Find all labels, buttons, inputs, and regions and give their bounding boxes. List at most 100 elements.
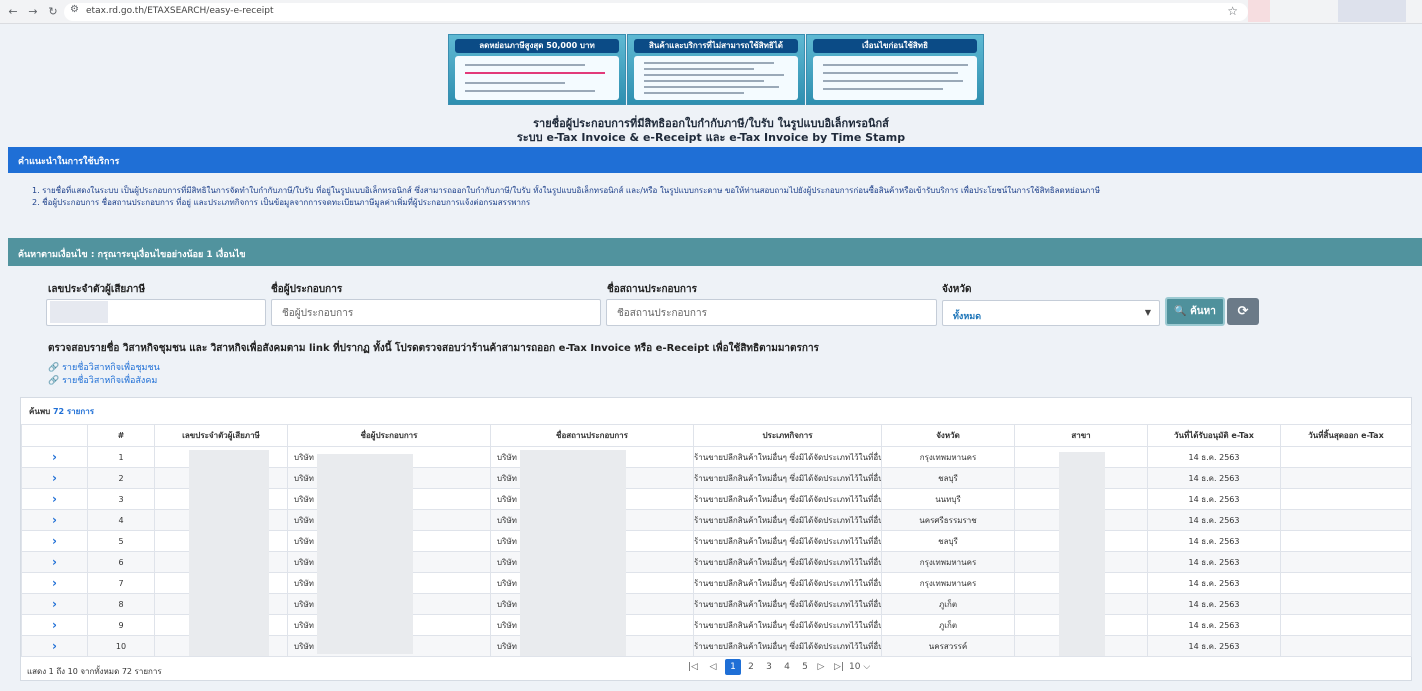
end-date-cell: [1280, 551, 1412, 573]
end-date-cell: [1280, 530, 1412, 552]
first-page-icon[interactable]: |◁: [687, 659, 699, 675]
expand-row-icon[interactable]: ›: [52, 450, 57, 464]
expand-cell[interactable]: ›: [21, 551, 88, 573]
branch-label: ชื่อสถานประกอบการ: [607, 284, 697, 295]
column-header: ชื่อผู้ประกอบการ: [287, 424, 491, 447]
enterprise-note: ตรวจสอบรายชื่อ วิสาหกิจชุมชน และ วิสาหกิ…: [48, 343, 819, 354]
end-date-cell: [1280, 488, 1412, 510]
column-header: วันที่ได้รับอนุมัติ e-Tax: [1147, 424, 1281, 447]
expand-cell[interactable]: ›: [21, 593, 88, 615]
redacted-branches: [1059, 452, 1105, 656]
column-header: [21, 424, 88, 447]
province-cell: ภูเก็ต: [881, 614, 1015, 636]
approval-date-cell: 14 ธ.ค. 2563: [1147, 530, 1281, 552]
province-cell: กรุงเทพมหานคร: [881, 446, 1015, 468]
instruction-item: 2. ชื่อผู้ประกอบการ ชื่อสถานประกอบการ ที…: [32, 198, 531, 207]
page-button[interactable]: 5: [797, 659, 813, 675]
banner-excluded-items[interactable]: สินค้าและบริการที่ไม่สามารถใช้สิทธิได้: [627, 34, 805, 105]
community-enterprise-link[interactable]: 🔗 รายชื่อวิสาหกิจเพื่อชุมชน: [48, 360, 160, 374]
expand-row-icon[interactable]: ›: [52, 471, 57, 485]
banner-conditions[interactable]: เงื่อนไขก่อนใช้สิทธิ: [806, 34, 984, 105]
row-number: 7: [87, 572, 155, 594]
reset-button[interactable]: ⟳: [1227, 298, 1259, 325]
province-label: จังหวัด: [942, 284, 972, 295]
operator-name-input[interactable]: [282, 308, 590, 319]
approval-date-cell: 14 ธ.ค. 2563: [1147, 614, 1281, 636]
url-text: etax.rd.go.th/ETAXSEARCH/easy-e-receipt: [86, 6, 274, 16]
page-size-select[interactable]: 10 ⌵: [849, 659, 879, 675]
operator-label: ชื่อผู้ประกอบการ: [271, 284, 343, 295]
business-type-cell: ร้านขายปลีกสินค้าใหม่อื่นๆ ซึ่งมิได้จัดป…: [693, 509, 882, 531]
banner-card: [634, 56, 798, 100]
expand-cell[interactable]: ›: [21, 446, 88, 468]
instruction-item: 1. รายชื่อที่แสดงในระบบ เป็นผู้ประกอบการ…: [32, 186, 1101, 195]
row-number: 6: [87, 551, 155, 573]
row-number: 5: [87, 530, 155, 552]
bookmark-star-icon[interactable]: ☆: [1227, 4, 1238, 18]
expand-row-icon[interactable]: ›: [52, 555, 57, 569]
search-button-label: ค้นหา: [1190, 306, 1216, 317]
branch-name-field[interactable]: [606, 299, 937, 326]
expand-cell[interactable]: ›: [21, 614, 88, 636]
page-subtitle: ระบบ e-Tax Invoice & e-Receipt และ e-Tax…: [516, 131, 906, 144]
expand-row-icon[interactable]: ›: [52, 534, 57, 548]
expand-cell[interactable]: ›: [21, 488, 88, 510]
end-date-cell: [1280, 635, 1412, 657]
results-count-prefix: ค้นพบ: [29, 407, 51, 416]
operator-name-field[interactable]: [271, 299, 601, 326]
banner-deduction[interactable]: ลดหย่อนภาษีสูงสุด 50,000 บาท: [448, 34, 626, 105]
banner-card: [455, 56, 619, 100]
expand-cell[interactable]: ›: [21, 530, 88, 552]
reload-icon[interactable]: ↻: [46, 4, 60, 20]
approval-date-cell: 14 ธ.ค. 2563: [1147, 467, 1281, 489]
expand-row-icon[interactable]: ›: [52, 618, 57, 632]
prev-page-icon[interactable]: ◁: [707, 659, 719, 675]
expand-row-icon[interactable]: ›: [52, 513, 57, 527]
expand-row-icon[interactable]: ›: [52, 597, 57, 611]
expand-cell[interactable]: ›: [21, 635, 88, 657]
redacted-operator-names: [317, 454, 413, 654]
column-header: สาขา: [1014, 424, 1148, 447]
approval-date-cell: 14 ธ.ค. 2563: [1147, 488, 1281, 510]
end-date-cell: [1280, 614, 1412, 636]
row-number: 2: [87, 467, 155, 489]
province-cell: ชลบุรี: [881, 467, 1015, 489]
row-number: 9: [87, 614, 155, 636]
business-type-cell: ร้านขายปลีกสินค้าใหม่อื่นๆ ซึ่งมิได้จัดป…: [693, 572, 882, 594]
forward-icon[interactable]: →: [26, 4, 40, 20]
browser-toolbar: ← → ↻ ⚙ etax.rd.go.th/ETAXSEARCH/easy-e-…: [0, 0, 1422, 24]
expand-cell[interactable]: ›: [21, 572, 88, 594]
extension-area[interactable]: [1338, 0, 1406, 22]
approval-date-cell: 14 ธ.ค. 2563: [1147, 635, 1281, 657]
page-button[interactable]: 2: [743, 659, 759, 675]
province-cell: นครสวรรค์: [881, 635, 1015, 657]
expand-row-icon[interactable]: ›: [52, 492, 57, 506]
profile-avatar[interactable]: [1248, 0, 1270, 22]
province-cell: กรุงเทพมหานคร: [881, 551, 1015, 573]
row-number: 8: [87, 593, 155, 615]
link-icon: 🔗: [48, 363, 60, 373]
business-type-cell: ร้านขายปลีกสินค้าใหม่อื่นๆ ซึ่งมิได้จัดป…: [693, 551, 882, 573]
expand-row-icon[interactable]: ›: [52, 576, 57, 590]
redacted-tax-ids: [189, 450, 269, 656]
site-info-icon[interactable]: ⚙: [70, 4, 79, 15]
search-button[interactable]: 🔍 ค้นหา: [1165, 297, 1225, 326]
page-button[interactable]: 4: [779, 659, 795, 675]
expand-cell[interactable]: ›: [21, 467, 88, 489]
back-icon[interactable]: ←: [6, 4, 20, 20]
column-header: ประเภทกิจการ: [693, 424, 882, 447]
end-date-cell: [1280, 467, 1412, 489]
next-page-icon[interactable]: ▷: [815, 659, 827, 675]
province-select[interactable]: ทั้งหมด ▼: [942, 300, 1160, 326]
expand-row-icon[interactable]: ›: [52, 639, 57, 653]
page-button[interactable]: 1: [725, 659, 741, 675]
chevron-down-icon: ⌵: [863, 662, 871, 672]
social-enterprise-link[interactable]: 🔗 รายชื่อวิสาหกิจเพื่อสังคม: [48, 373, 157, 387]
expand-cell[interactable]: ›: [21, 509, 88, 531]
last-page-icon[interactable]: ▷|: [833, 659, 845, 675]
address-bar[interactable]: ⚙ etax.rd.go.th/ETAXSEARCH/easy-e-receip…: [64, 3, 1248, 21]
column-header: วันที่สิ้นสุดออก e-Tax: [1280, 424, 1412, 447]
branch-name-input[interactable]: [617, 308, 926, 319]
province-cell: ชลบุรี: [881, 530, 1015, 552]
page-button[interactable]: 3: [761, 659, 777, 675]
